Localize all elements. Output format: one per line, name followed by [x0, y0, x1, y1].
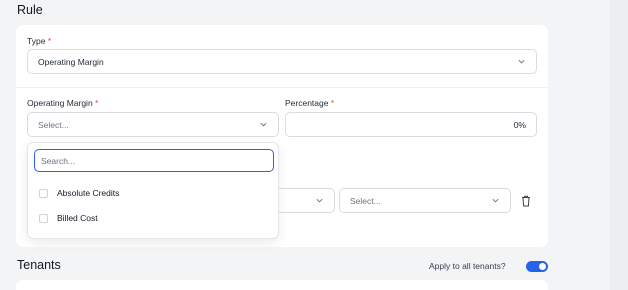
- dropdown-option-billed-cost[interactable]: Billed Cost: [39, 213, 98, 223]
- type-select[interactable]: Operating Margin: [27, 49, 537, 74]
- row2-second-select-placeholder: Select...: [350, 195, 381, 206]
- toggle-knob: [539, 263, 546, 270]
- dropdown-search-input[interactable]: [34, 149, 274, 172]
- background-strip: [610, 0, 628, 290]
- dropdown-option-label: Billed Cost: [57, 213, 98, 223]
- operating-margin-dropdown: Absolute Credits Billed Cost: [27, 142, 279, 239]
- row2-second-select[interactable]: Select...: [339, 188, 511, 213]
- dropdown-option-label: Absolute Credits: [57, 188, 120, 198]
- chevron-down-icon: [490, 196, 500, 206]
- percentage-value: 0%: [513, 119, 526, 130]
- percentage-input[interactable]: 0%: [285, 112, 537, 137]
- chevron-down-icon: [258, 120, 268, 130]
- checkbox[interactable]: [39, 188, 48, 198]
- apply-all-tenants-label: Apply to all tenants?: [429, 261, 506, 271]
- rule-section-title: Rule: [17, 3, 43, 17]
- apply-all-tenants-toggle[interactable]: [526, 261, 548, 272]
- percentage-label: Percentage *: [285, 98, 335, 108]
- chevron-down-icon: [516, 57, 526, 67]
- operating-margin-select-placeholder: Select...: [38, 119, 69, 130]
- tenants-card: [16, 280, 548, 290]
- chevron-down-icon: [314, 196, 324, 206]
- tenants-section-title: Tenants: [17, 258, 61, 272]
- type-select-value: Operating Margin: [38, 56, 104, 67]
- trash-icon[interactable]: [521, 194, 531, 207]
- divider: [16, 87, 548, 88]
- operating-margin-label: Operating Margin *: [27, 98, 99, 108]
- type-label: Type *: [27, 36, 52, 46]
- checkbox[interactable]: [39, 213, 48, 223]
- dropdown-option-absolute-credits[interactable]: Absolute Credits: [39, 188, 119, 198]
- operating-margin-select[interactable]: Select...: [27, 112, 279, 137]
